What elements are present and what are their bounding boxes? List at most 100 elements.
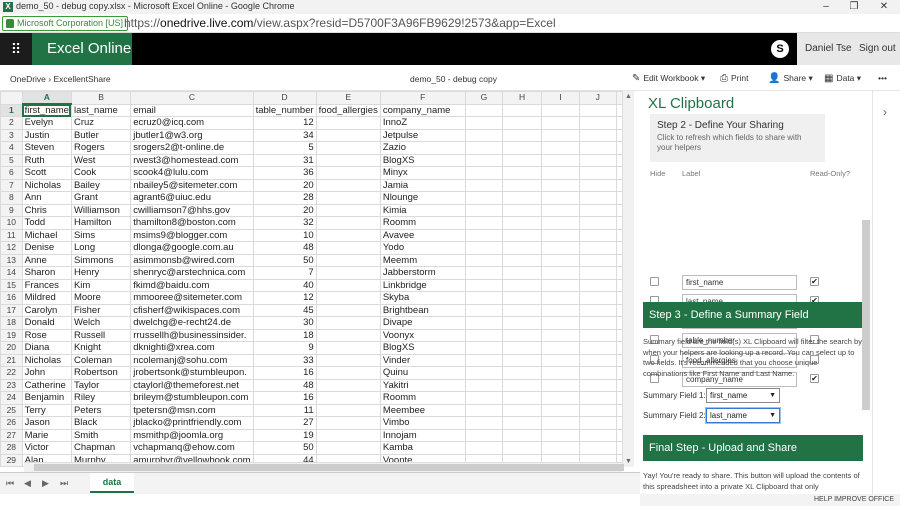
cell[interactable]: cwilliamson7@hhs.gov <box>130 203 254 217</box>
cell[interactable]: Denise <box>21 241 72 255</box>
summary-field-2-select[interactable]: last_name ▼ <box>706 408 780 423</box>
cell[interactable]: Cruz <box>70 116 132 130</box>
cell[interactable] <box>464 441 504 455</box>
cell[interactable]: 12 <box>252 116 317 130</box>
cell[interactable] <box>315 391 381 405</box>
cell[interactable]: Bailey <box>70 178 132 192</box>
cell[interactable]: dwelchg@e-recht24.de <box>130 316 254 330</box>
cell[interactable]: Riley <box>70 391 132 405</box>
cell[interactable] <box>578 441 617 455</box>
cell[interactable] <box>464 291 504 305</box>
row-header[interactable]: 12 <box>0 241 23 255</box>
cell[interactable] <box>502 241 542 255</box>
cell[interactable] <box>540 341 580 355</box>
row-header[interactable]: 27 <box>0 428 23 442</box>
cell[interactable] <box>464 216 504 230</box>
cell[interactable] <box>502 128 542 142</box>
cell[interactable]: Vinder <box>379 353 466 367</box>
cell[interactable]: Nlounge <box>379 191 466 205</box>
cell[interactable] <box>315 166 381 180</box>
breadcrumb[interactable]: OneDrive › ExcellentShare <box>10 74 111 84</box>
row-header[interactable]: 7 <box>0 178 23 192</box>
column-header-b[interactable]: B <box>70 91 132 105</box>
cell[interactable]: 10 <box>252 228 317 242</box>
cell[interactable] <box>540 253 580 267</box>
cell[interactable]: 16 <box>252 366 317 380</box>
cell[interactable] <box>315 266 381 280</box>
cell[interactable]: Moore <box>70 291 132 305</box>
cell[interactable] <box>578 378 617 392</box>
column-header-i[interactable]: I <box>540 91 580 105</box>
cell[interactable]: 19 <box>252 428 317 442</box>
summary-field-1-select[interactable]: first_name ▼ <box>706 388 780 403</box>
cell[interactable]: Yodo <box>379 241 466 255</box>
row-header[interactable]: 17 <box>0 303 23 317</box>
cell[interactable]: 36 <box>252 166 317 180</box>
cell[interactable] <box>315 303 381 317</box>
cell[interactable] <box>502 178 542 192</box>
cell[interactable]: 30 <box>252 316 317 330</box>
cell[interactable]: email <box>130 103 254 117</box>
cell[interactable] <box>540 403 580 417</box>
cell[interactable]: brileym@stumbleupon.com <box>130 391 254 405</box>
cell[interactable]: BlogXS <box>379 153 466 167</box>
cell[interactable]: Vimbo <box>379 416 466 430</box>
cell[interactable]: Catherine <box>21 378 72 392</box>
cell[interactable] <box>502 366 542 380</box>
cell[interactable]: Butler <box>70 128 132 142</box>
cell[interactable]: Roomm <box>379 391 466 405</box>
cell[interactable] <box>464 303 504 317</box>
cell[interactable]: 20 <box>252 178 317 192</box>
cell[interactable] <box>464 253 504 267</box>
row-header[interactable]: 23 <box>0 378 23 392</box>
row-header[interactable]: 28 <box>0 441 23 455</box>
cell[interactable]: 31 <box>252 153 317 167</box>
cell[interactable]: jbutler1@w3.org <box>130 128 254 142</box>
maximize-button[interactable]: ❐ <box>840 0 868 14</box>
cell[interactable] <box>540 116 580 130</box>
row-header[interactable]: 2 <box>0 116 23 130</box>
hide-checkbox[interactable] <box>650 277 659 286</box>
cell[interactable] <box>464 203 504 217</box>
cell[interactable] <box>464 103 504 117</box>
first-sheet-icon[interactable]: ⏮ <box>6 478 14 489</box>
cell[interactable] <box>578 253 617 267</box>
cell[interactable] <box>502 116 542 130</box>
last-sheet-icon[interactable]: ⏭ <box>60 478 68 489</box>
cell[interactable] <box>502 391 542 405</box>
cell[interactable]: Williamson <box>70 203 132 217</box>
cell[interactable] <box>540 441 580 455</box>
cell[interactable] <box>502 278 542 292</box>
cell[interactable] <box>578 278 617 292</box>
cell[interactable]: Jabberstorm <box>379 266 466 280</box>
cell[interactable] <box>540 141 580 155</box>
cell[interactable] <box>578 166 617 180</box>
cell[interactable] <box>502 291 542 305</box>
horizontal-scrollbar[interactable] <box>24 462 624 472</box>
field-label-input[interactable]: first_name <box>682 275 797 290</box>
cell[interactable]: 16 <box>252 391 317 405</box>
cell[interactable]: 9 <box>252 341 317 355</box>
cell[interactable] <box>464 341 504 355</box>
cell[interactable]: thamilton8@boston.com <box>130 216 254 230</box>
cell[interactable]: 34 <box>252 128 317 142</box>
cell[interactable] <box>464 316 504 330</box>
cell[interactable] <box>578 178 617 192</box>
cell[interactable] <box>540 316 580 330</box>
cell[interactable]: Minyx <box>379 166 466 180</box>
cell[interactable] <box>502 378 542 392</box>
column-header-f[interactable]: F <box>379 91 466 105</box>
cell[interactable] <box>578 328 617 342</box>
cell[interactable]: ncolemanj@sohu.com <box>130 353 254 367</box>
cell[interactable] <box>315 403 381 417</box>
cell[interactable]: Chapman <box>70 441 132 455</box>
cell[interactable] <box>464 228 504 242</box>
cell[interactable]: Kim <box>70 278 132 292</box>
cell[interactable] <box>540 416 580 430</box>
cell[interactable]: scook4@lulu.com <box>130 166 254 180</box>
document-title[interactable]: demo_50 - debug copy <box>410 74 497 84</box>
cell[interactable]: Peters <box>70 403 132 417</box>
cell[interactable] <box>315 291 381 305</box>
cell[interactable] <box>464 141 504 155</box>
cell[interactable] <box>315 153 381 167</box>
